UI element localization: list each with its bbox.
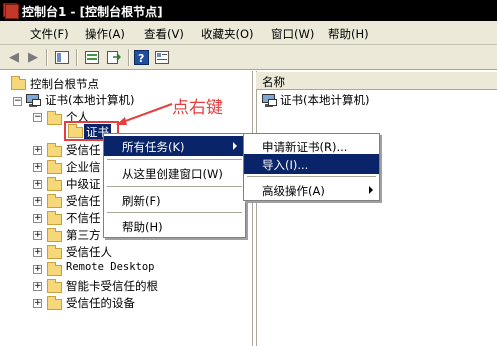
folder-icon (47, 279, 62, 293)
tree-item-label[interactable]: 受信任 (66, 142, 101, 158)
expand-icon[interactable]: + (33, 163, 42, 172)
sub-import-label: 导入(I)... (262, 158, 309, 172)
folder-icon (47, 143, 62, 157)
result-item-label[interactable]: 证书(本地计算机) (280, 92, 369, 108)
folder-icon (47, 245, 62, 259)
folder-icon (47, 177, 62, 191)
sub-request-cert[interactable]: 申请新证书(R)... (244, 136, 379, 156)
menu-action[interactable]: 操作(A) (85, 26, 125, 42)
certificate-computer-icon (262, 94, 277, 107)
sub-advanced[interactable]: 高级操作(A) (244, 180, 379, 200)
expand-icon[interactable]: + (33, 146, 42, 155)
ctx-all-tasks[interactable]: 所有任务(K) (104, 136, 245, 156)
folder-icon (47, 262, 62, 276)
column-header[interactable] (256, 72, 497, 90)
menu-separator (107, 159, 242, 160)
ctx-help[interactable]: 帮助(H) (104, 216, 245, 236)
sub-request-cert-label: 申请新证书(R)... (262, 140, 348, 154)
annotation-text: 点右键 (172, 98, 223, 118)
forward-icon[interactable]: ▶ (24, 49, 42, 66)
toolbar-separator (76, 49, 78, 66)
menu-favorites[interactable]: 收藏夹(O) (201, 26, 254, 42)
folder-icon (47, 296, 62, 310)
expand-icon[interactable]: + (33, 197, 42, 206)
expand-icon[interactable]: + (33, 299, 42, 308)
menu-file[interactable]: 文件(F) (30, 26, 69, 42)
submenu-arrow-icon (369, 186, 373, 194)
result-pane[interactable] (256, 71, 497, 346)
tree-item-label[interactable]: 企业信 (66, 159, 101, 175)
menu-separator (107, 186, 242, 187)
ctx-refresh[interactable]: 刷新(F) (104, 190, 245, 210)
column-header-name[interactable]: 名称 (262, 74, 285, 90)
ctx-help-label: 帮助(H) (122, 220, 163, 234)
toolbar-separator (128, 49, 130, 66)
folder-icon (47, 111, 62, 125)
ctx-new-window-label: 从这里创建窗口(W) (122, 167, 223, 181)
folder-icon (47, 228, 62, 242)
collapse-icon[interactable]: − (13, 97, 22, 106)
export-icon[interactable] (105, 49, 123, 66)
collapse-icon[interactable]: − (33, 113, 42, 122)
menu-separator (247, 176, 376, 177)
menu-help[interactable]: 帮助(H) (328, 26, 369, 42)
ctx-all-tasks-label: 所有任务(K) (122, 140, 185, 154)
toolbar-separator (46, 49, 48, 66)
sub-import[interactable]: 导入(I)... (244, 154, 379, 174)
tree-item-label[interactable]: 受信任的设备 (66, 295, 135, 311)
tree-root-label[interactable]: 控制台根节点 (30, 76, 99, 92)
folder-icon (47, 160, 62, 174)
expand-icon[interactable]: + (33, 282, 42, 291)
document-icon[interactable] (5, 4, 19, 19)
sub-advanced-label: 高级操作(A) (262, 184, 325, 198)
expand-icon[interactable]: + (33, 180, 42, 189)
ctx-refresh-label: 刷新(F) (122, 194, 161, 208)
tree-item-label[interactable]: Remote Desktop (66, 261, 155, 273)
menu-view[interactable]: 查看(V) (144, 26, 184, 42)
menu-separator (107, 212, 242, 213)
tree-item-label[interactable]: 受信任 (66, 193, 101, 209)
tree-item-label[interactable]: 受信任人 (66, 244, 112, 260)
expand-icon[interactable]: + (33, 214, 42, 223)
folder-icon (47, 211, 62, 225)
tree-item-label[interactable]: 智能卡受信任的根 (66, 278, 158, 294)
back-icon[interactable]: ◀ (5, 49, 23, 66)
help-icon[interactable]: ? (132, 49, 150, 66)
menu-window[interactable]: 窗口(W) (271, 26, 314, 42)
tree-item-label[interactable]: 不信任 (66, 210, 101, 226)
toolbar (0, 45, 497, 70)
folder-icon (47, 194, 62, 208)
submenu-arrow-icon (233, 142, 237, 150)
window-title: 控制台1 - [控制台根节点] (22, 5, 163, 19)
context-menu: 所有任务(K) 从这里创建窗口(W) 刷新(F) 帮助(H) (103, 133, 246, 238)
show-hide-tree-icon[interactable] (83, 49, 101, 66)
annotation-arrow-icon (116, 103, 173, 125)
up-icon[interactable] (53, 49, 71, 66)
folder-icon (11, 76, 26, 90)
expand-icon[interactable]: + (33, 265, 42, 274)
expand-icon[interactable]: + (33, 231, 42, 240)
tree-item-label[interactable]: 第三方 (66, 227, 101, 243)
tree-item-label[interactable]: 中级证 (66, 176, 101, 192)
certificate-computer-icon (26, 94, 41, 107)
expand-icon[interactable]: + (33, 248, 42, 257)
ctx-new-window[interactable]: 从这里创建窗口(W) (104, 163, 245, 183)
properties-icon[interactable] (153, 49, 171, 66)
svg-text:?: ? (138, 52, 144, 65)
submenu: 申请新证书(R)... 导入(I)... 高级操作(A) (243, 133, 380, 201)
